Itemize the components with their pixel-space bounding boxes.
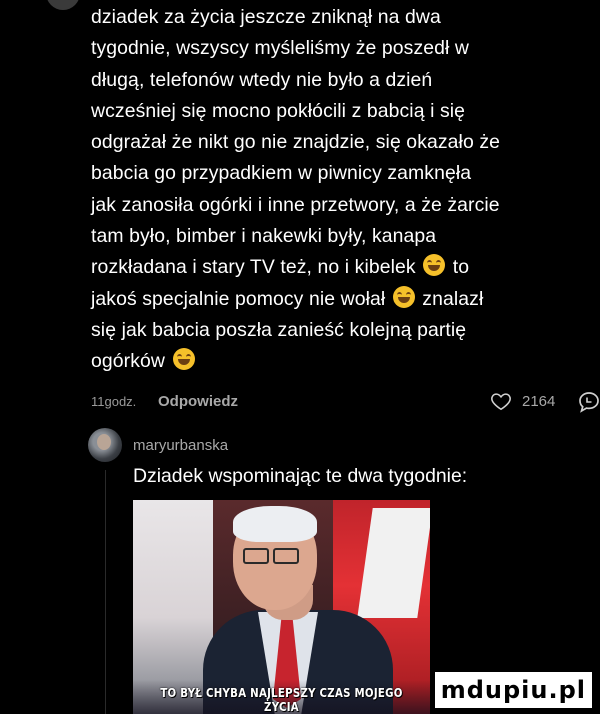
- comment-line: ogórków: [91, 346, 591, 377]
- like-count: 2164: [522, 393, 556, 410]
- comment-line: babcia go przypadkiem w piwnicy zamknęła: [91, 162, 472, 185]
- laughing-tears-emoji-icon: [392, 285, 415, 308]
- reply-text: Dziadek wspominając te dwa tygodnie:: [133, 465, 468, 487]
- comment-line: tygodnie, wszyscy myśleliśmy że poszedł …: [91, 37, 470, 60]
- laughing-tears-emoji-icon: [172, 348, 195, 371]
- comment-line: rozkładana i stary TV też, no i kibelek …: [91, 254, 470, 279]
- reply-username[interactable]: maryurbanska: [133, 437, 228, 454]
- reply-button[interactable]: Odpowiedz: [158, 393, 238, 410]
- reply-photo[interactable]: TO BYŁ CHYBA NAJLEPSZY CZAS MOJEGO ŻYCIA: [133, 500, 430, 714]
- comment-line: jakoś specjalnie pomocy nie wołał znalaz…: [91, 285, 484, 310]
- comment-line: długą, telefonów wtedy nie było a dzień: [91, 68, 433, 91]
- comment-line: odgrażał że nikt go nie znajdzie, się ok…: [91, 131, 501, 154]
- photo-caption: TO BYŁ CHYBA NAJLEPSZY CZAS MOJEGO ŻYCIA: [160, 686, 403, 714]
- comment-meta-row: 11godz. Odpowiedz 2164: [91, 390, 600, 414]
- dislike-bubble-icon[interactable]: [577, 390, 600, 414]
- comment-line: się jak babcia poszła zanieść kolejną pa…: [91, 318, 467, 341]
- comment-line: tam było, bimber i nakewki były, kanapa: [91, 225, 437, 248]
- thread-divider: [105, 470, 106, 714]
- comment-timestamp: 11godz.: [91, 394, 137, 409]
- site-watermark: mdupiu.pl: [434, 672, 592, 708]
- heart-icon[interactable]: [490, 390, 512, 412]
- commenter-avatar[interactable]: [46, 0, 80, 10]
- comment-text: dziadek za życia jeszcze zniknął na dwa …: [91, 2, 591, 378]
- comment-line: jak zanosiła ogórki i inne przetwory, a …: [91, 193, 500, 216]
- reply-avatar[interactable]: [88, 428, 122, 462]
- comment-line: dziadek za życia jeszcze zniknął na dwa: [91, 6, 441, 28]
- comment-line: wcześniej się mocno pokłócili z babcią i…: [91, 99, 466, 122]
- grinning-sweat-emoji-icon: [423, 254, 446, 277]
